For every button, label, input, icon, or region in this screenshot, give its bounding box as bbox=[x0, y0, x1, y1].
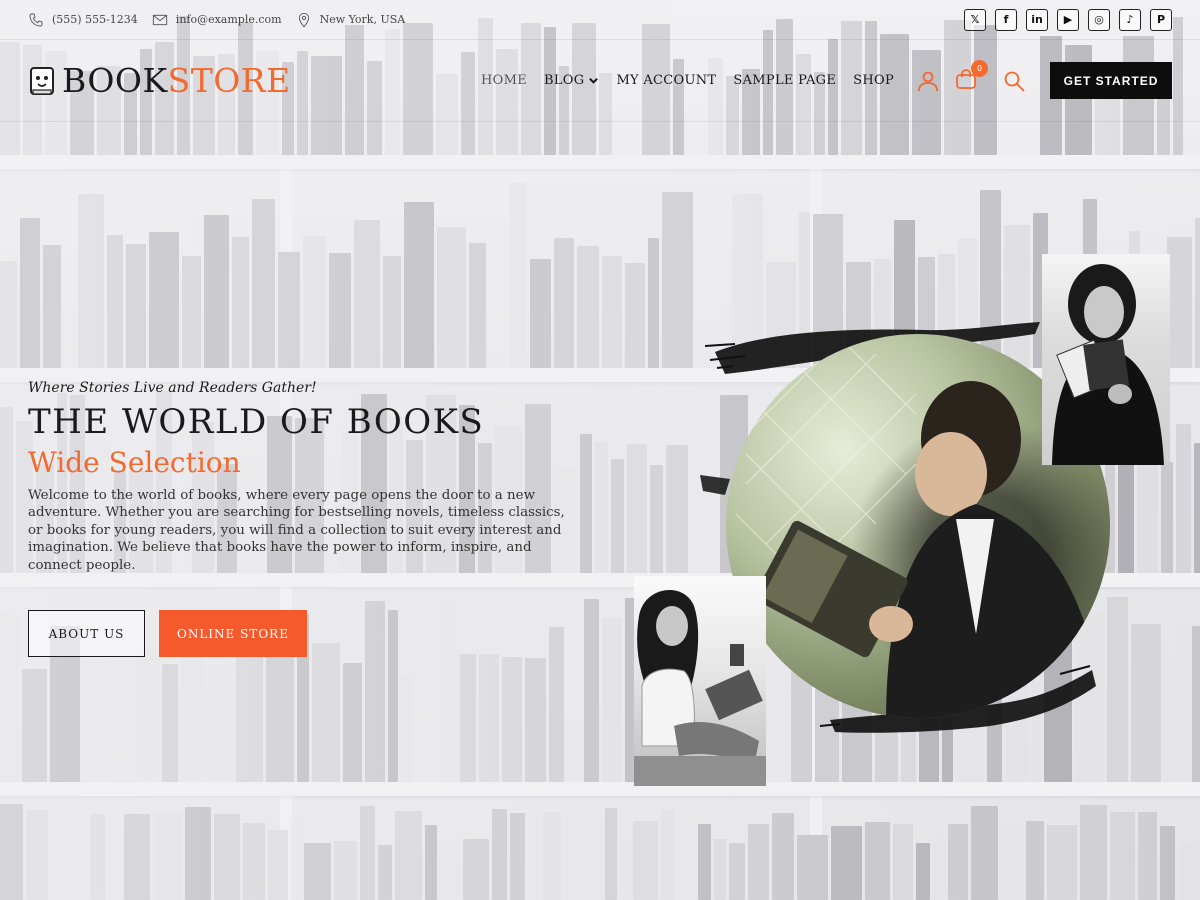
x-icon[interactable]: 𝕏 bbox=[964, 8, 986, 31]
hero-title: THE WORLD OF BOOKS bbox=[28, 402, 485, 442]
hero-subtitle: Wide Selection bbox=[28, 446, 241, 479]
tiktok-icon[interactable]: ♪ bbox=[1119, 8, 1141, 31]
main-header: BOOKSTORE HOME BLOG MY ACCOUNT SAMPLE PA… bbox=[0, 40, 1200, 122]
location-pin-icon bbox=[298, 12, 309, 27]
user-icon[interactable] bbox=[916, 69, 940, 93]
email-contact[interactable]: info@example.com bbox=[152, 12, 282, 28]
get-started-button[interactable]: GET STARTED bbox=[1050, 62, 1172, 99]
nav-blog[interactable]: BLOG bbox=[544, 73, 599, 88]
nav-sample-page[interactable]: SAMPLE PAGE bbox=[733, 73, 836, 88]
about-us-button[interactable]: ABOUT US bbox=[28, 610, 145, 658]
social-links: 𝕏 f in ▶ ◎ ♪ P bbox=[964, 8, 1172, 31]
book-mascot-icon bbox=[30, 66, 54, 95]
nav-my-account[interactable]: MY ACCOUNT bbox=[616, 73, 716, 88]
location-contact: New York, USA bbox=[296, 12, 406, 28]
site-logo[interactable]: BOOKSTORE bbox=[28, 61, 291, 100]
woman-with-book-photo bbox=[1042, 254, 1170, 465]
phone-icon bbox=[29, 13, 43, 26]
nav-home[interactable]: HOME bbox=[481, 73, 527, 88]
main-nav: HOME BLOG MY ACCOUNT SAMPLE PAGE SHOP bbox=[481, 73, 894, 88]
search-icon[interactable] bbox=[1002, 69, 1026, 93]
cart-button[interactable]: 0 bbox=[954, 59, 988, 95]
nav-shop[interactable]: SHOP bbox=[853, 73, 894, 88]
facebook-icon[interactable]: f bbox=[995, 8, 1017, 31]
hero-buttons: ABOUT US ONLINE STORE bbox=[28, 610, 588, 658]
contact-info: (555) 555-1234 info@example.com New York… bbox=[28, 12, 409, 28]
logo-text: BOOKSTORE bbox=[62, 61, 291, 100]
phone-number: (555) 555-1234 bbox=[52, 13, 138, 26]
hero-tagline: Where Stories Live and Readers Gather! bbox=[28, 380, 317, 396]
hero-description: Welcome to the world of books, where eve… bbox=[28, 488, 565, 573]
location-text: New York, USA bbox=[319, 13, 406, 26]
instagram-icon[interactable]: ◎ bbox=[1088, 8, 1110, 31]
email-address: info@example.com bbox=[175, 13, 282, 26]
online-store-button[interactable]: ONLINE STORE bbox=[159, 610, 307, 658]
top-bar: (555) 555-1234 info@example.com New York… bbox=[0, 0, 1200, 40]
chevron-down-icon bbox=[589, 77, 599, 84]
hero-section: Where Stories Live and Readers Gather! T… bbox=[28, 380, 588, 658]
girl-reading-photo bbox=[634, 576, 766, 786]
mail-icon bbox=[152, 14, 167, 25]
pinterest-icon[interactable]: P bbox=[1150, 8, 1172, 31]
phone-contact[interactable]: (555) 555-1234 bbox=[28, 12, 138, 28]
header-icons: 0 bbox=[916, 59, 1026, 95]
linkedin-icon[interactable]: in bbox=[1026, 8, 1048, 31]
youtube-icon[interactable]: ▶ bbox=[1057, 8, 1079, 31]
cart-count-badge: 0 bbox=[971, 59, 988, 77]
